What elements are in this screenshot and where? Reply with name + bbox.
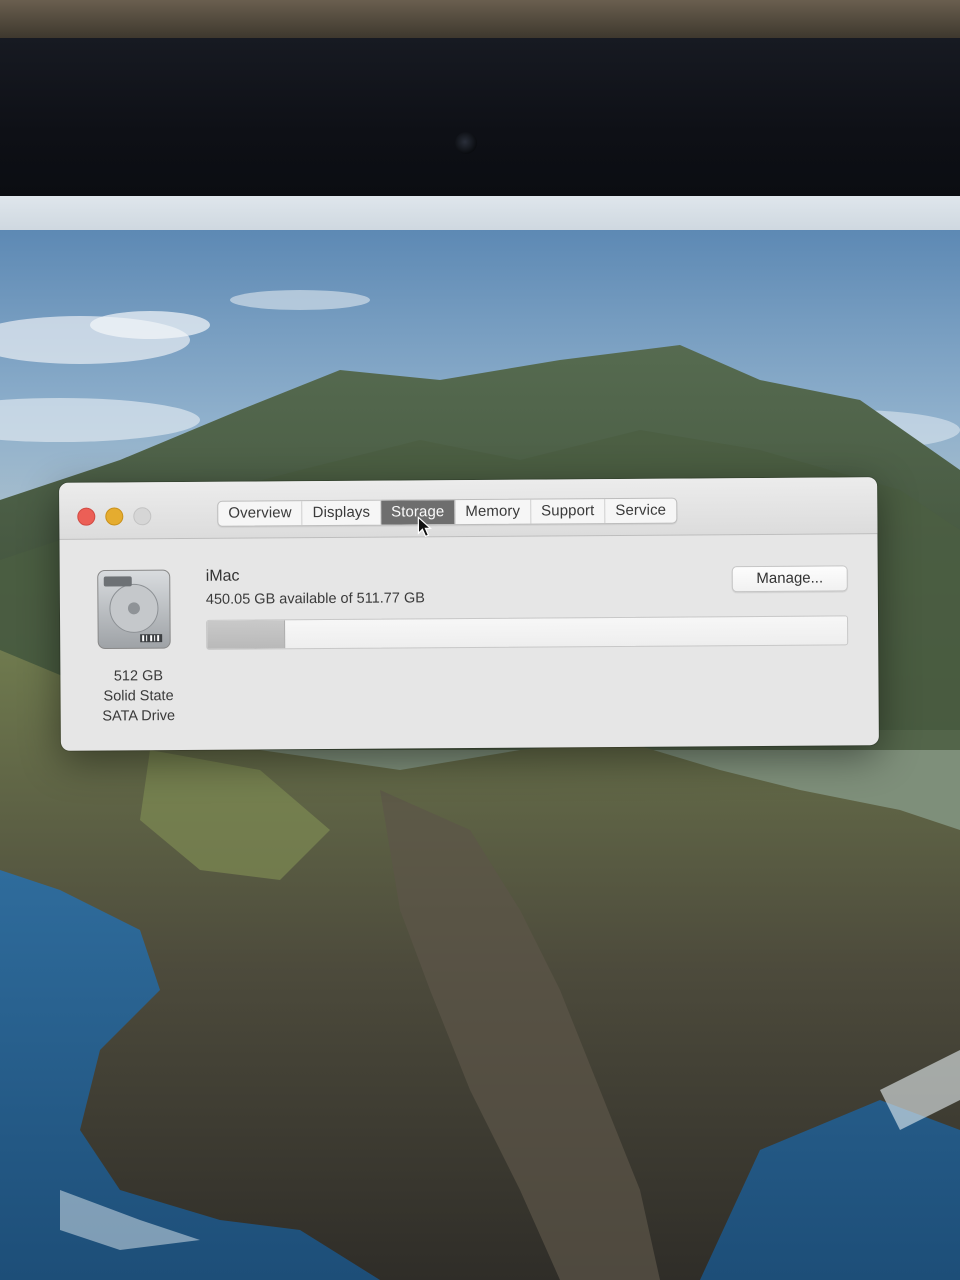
desktop-wallpaper (0, 230, 960, 1280)
monitor-bezel (0, 38, 960, 196)
hard-drive-icon (97, 569, 171, 650)
pointer-cursor-icon (417, 516, 432, 538)
tab-bar: Overview Displays Storage Memory Support… (217, 497, 678, 527)
tab-displays[interactable]: Displays (302, 500, 382, 526)
zoom-button[interactable] (133, 507, 152, 526)
storage-used-segment (207, 620, 286, 649)
drive-type: Solid State (103, 688, 174, 705)
minimize-button[interactable] (105, 507, 124, 526)
photo-background-top (0, 0, 960, 40)
device-name: iMac (205, 567, 240, 585)
tab-memory[interactable]: Memory (455, 499, 532, 525)
drive-capacity: 512 GB (113, 668, 164, 685)
drive-interface: SATA Drive (102, 708, 176, 725)
system-information-window: Overview Displays Storage Memory Support… (59, 477, 879, 751)
storage-availability: 450.05 GB available of 511.77 GB (205, 590, 425, 608)
window-titlebar: Overview Displays Storage Memory Support… (59, 477, 878, 540)
webcam (455, 132, 477, 154)
storage-usage-bar (206, 615, 849, 650)
tab-overview[interactable]: Overview (218, 501, 303, 526)
tab-service[interactable]: Service (605, 499, 676, 523)
manage-button[interactable]: Manage... (731, 565, 848, 593)
wallpaper-landscape (0, 290, 960, 1280)
drive-description: 512 GB Solid State SATA Drive (80, 666, 196, 727)
tab-support[interactable]: Support (531, 499, 606, 524)
menu-bar (0, 196, 960, 230)
close-button[interactable] (77, 507, 96, 526)
